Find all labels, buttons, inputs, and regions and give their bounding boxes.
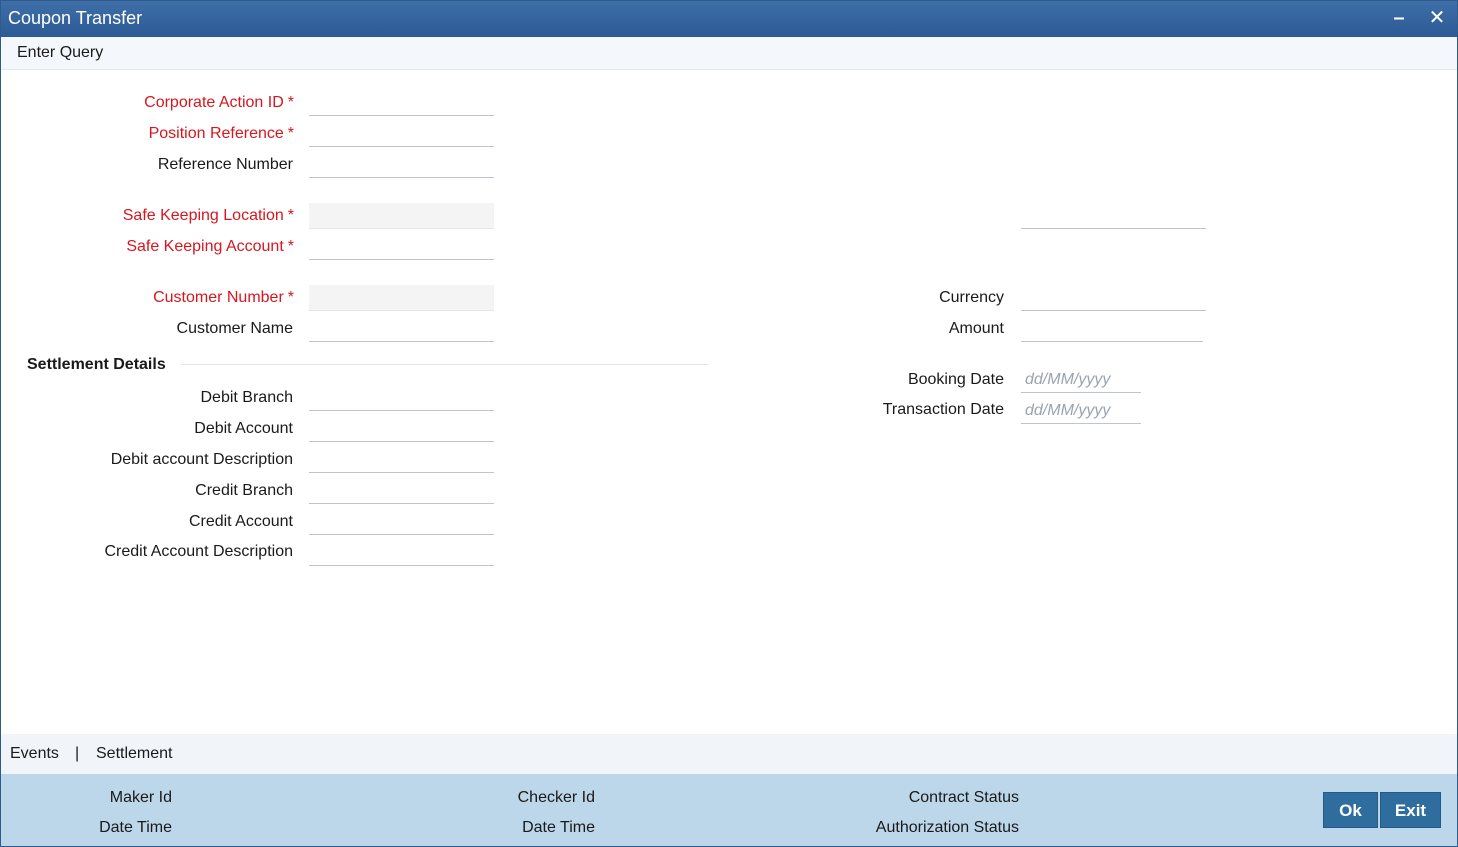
menu-bar: Enter Query (1, 37, 1457, 70)
maker-date-time-label: Date Time (99, 819, 172, 836)
required-marker: * (287, 125, 294, 142)
safe-keeping-location-description-input[interactable] (1021, 203, 1206, 229)
transaction-date-input[interactable] (1021, 398, 1141, 424)
position-reference-label-text: Position Reference (148, 125, 284, 142)
debit-account-input[interactable] (309, 416, 494, 442)
maker-id-label: Maker Id (109, 789, 172, 806)
transaction-date-label: Transaction Date (882, 401, 1004, 418)
settlement-details-title: Settlement Details (27, 356, 166, 373)
credit-branch-input[interactable] (309, 478, 494, 504)
safe-keeping-account-label: Safe Keeping Account * (126, 238, 294, 256)
safe-keeping-location-label: Safe Keeping Location * (123, 207, 294, 225)
customer-name-input[interactable] (309, 316, 494, 342)
customer-number-label: Customer Number * (153, 289, 294, 307)
booking-date-label: Booking Date (907, 371, 1004, 388)
credit-branch-label: Credit Branch (195, 482, 293, 499)
required-marker: * (287, 289, 294, 306)
audit-footer: Maker Id Date Time Checker Id Date Time … (1, 774, 1457, 846)
reference-number-label: Reference Number (157, 156, 293, 173)
tab-separator: | (75, 745, 80, 762)
amount-input[interactable] (1021, 316, 1203, 342)
exit-button[interactable]: Exit (1380, 792, 1441, 828)
credit-account-input[interactable] (309, 509, 494, 535)
authorization-status-label: Authorization Status (875, 819, 1019, 836)
amount-label: Amount (948, 320, 1004, 337)
safe-keeping-location-input[interactable] (309, 203, 494, 229)
required-marker: * (287, 207, 294, 224)
corporate-action-id-input[interactable] (309, 90, 494, 116)
corporate-action-id-label: Corporate Action ID * (144, 94, 294, 112)
ok-button[interactable]: Ok (1323, 792, 1378, 828)
required-marker: * (287, 238, 294, 255)
debit-branch-label: Debit Branch (200, 389, 294, 406)
required-marker: * (287, 94, 294, 111)
customer-name-label: Customer Name (176, 320, 293, 337)
sub-tabs-bar: Events | Settlement (1, 734, 1457, 774)
currency-input[interactable] (1021, 285, 1206, 311)
checker-id-label: Checker Id (517, 789, 595, 806)
position-reference-input[interactable] (309, 121, 494, 147)
debit-account-description-input[interactable] (309, 447, 494, 473)
corporate-action-id-label-text: Corporate Action ID (144, 94, 284, 111)
credit-account-label: Credit Account (188, 513, 293, 530)
coupon-transfer-window: Coupon Transfer – ✕ Enter Query Corporat… (0, 0, 1458, 847)
title-bar: Coupon Transfer – ✕ (1, 1, 1457, 37)
tab-events[interactable]: Events (10, 745, 59, 763)
position-reference-label: Position Reference * (149, 125, 294, 143)
minimize-icon[interactable]: – (1387, 6, 1411, 30)
customer-number-label-text: Customer Number (153, 289, 284, 306)
reference-number-input[interactable] (309, 152, 494, 178)
checker-date-time-label: Date Time (522, 819, 595, 836)
currency-label: Currency (939, 289, 1004, 306)
credit-account-description-label: Credit Account Description (104, 543, 293, 560)
enter-query-menu-item[interactable]: Enter Query (17, 44, 103, 62)
safe-keeping-location-label-text: Safe Keeping Location (122, 207, 284, 224)
section-divider (181, 364, 709, 365)
safe-keeping-account-label-text: Safe Keeping Account (126, 238, 284, 255)
debit-branch-input[interactable] (309, 385, 494, 411)
debit-account-label: Debit Account (194, 420, 293, 437)
safe-keeping-account-input[interactable] (309, 234, 494, 260)
tab-settlement[interactable]: Settlement (96, 745, 172, 763)
debit-account-description-label: Debit account Description (110, 451, 293, 468)
credit-account-description-input[interactable] (309, 540, 494, 566)
customer-number-input[interactable] (309, 285, 494, 311)
window-title: Coupon Transfer (8, 8, 143, 28)
close-icon[interactable]: ✕ (1425, 6, 1449, 30)
contract-status-label: Contract Status (908, 789, 1019, 806)
booking-date-input[interactable] (1021, 367, 1141, 393)
